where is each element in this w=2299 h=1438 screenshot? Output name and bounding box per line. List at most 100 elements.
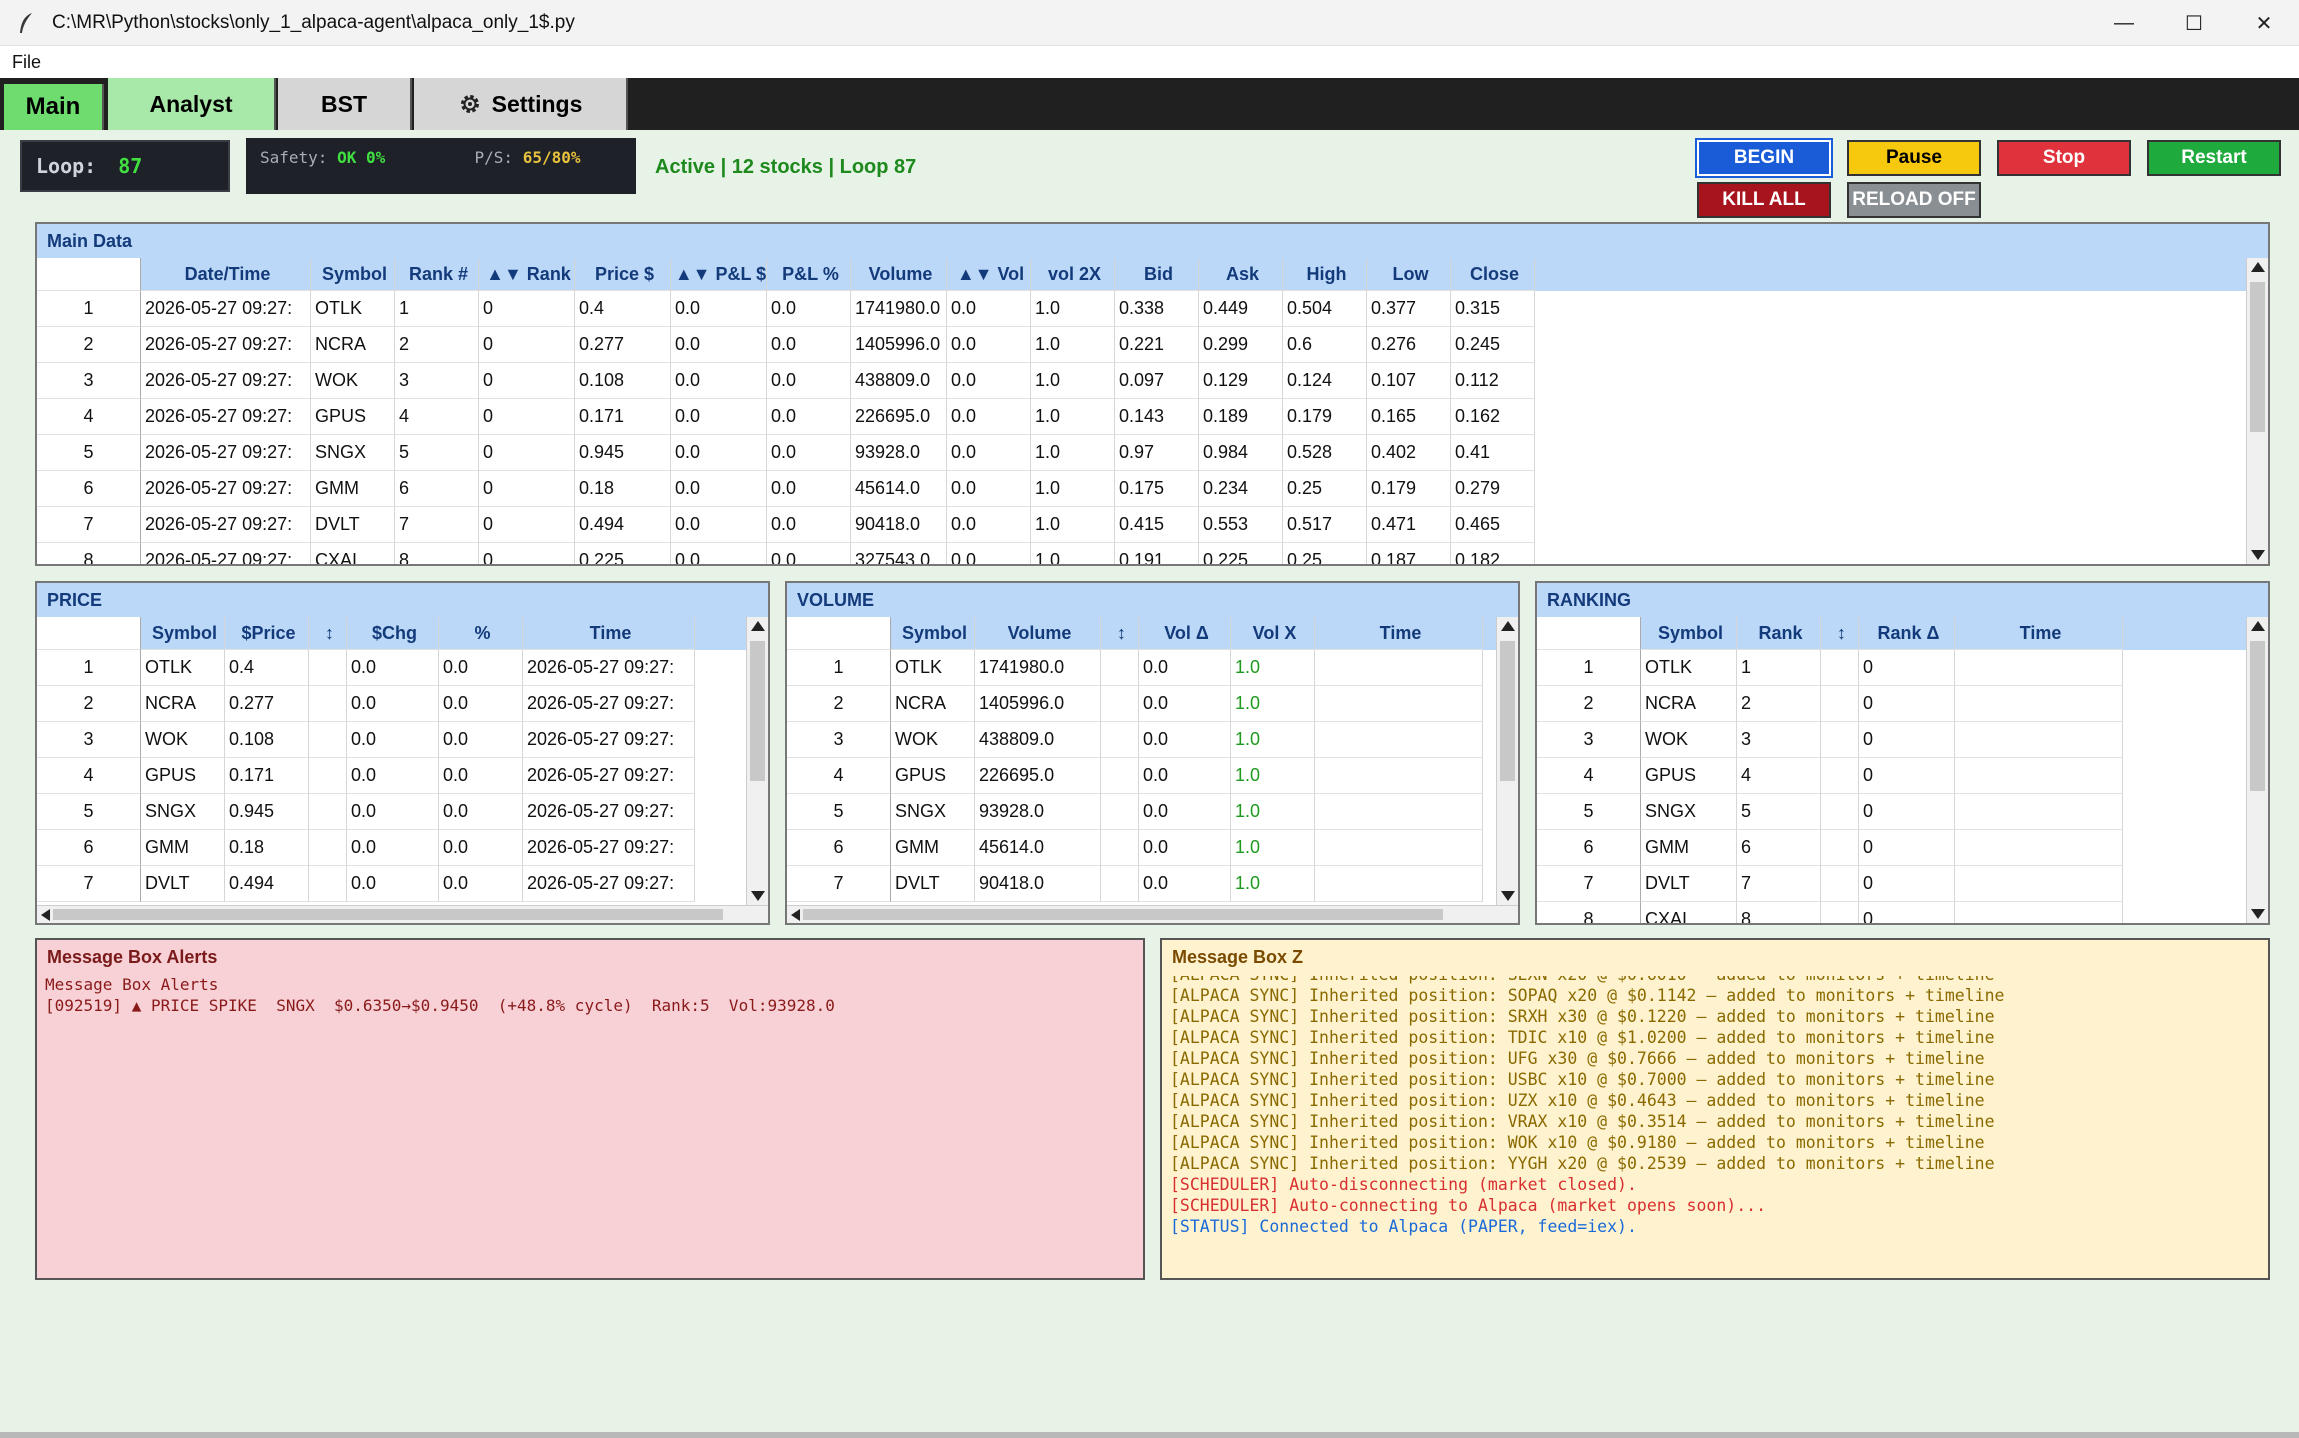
column-header[interactable]: Time	[523, 617, 695, 650]
column-header[interactable]: Symbol	[311, 258, 395, 291]
column-header[interactable]: Low	[1367, 258, 1451, 291]
column-header[interactable]: Symbol	[141, 617, 225, 650]
table-row[interactable]: 5 2026-05-27 09:27: SNGX 5 0 0.945 0.0 0.0 93928…	[37, 435, 2248, 471]
volume-hscrollbar[interactable]	[787, 905, 1518, 923]
scroll-left-arrow[interactable]	[791, 909, 800, 921]
ranking-scrollbar[interactable]	[2246, 617, 2268, 923]
column-header[interactable]: ↕	[1821, 617, 1859, 650]
table-row[interactable]: 5 SNGX 0.945 0.0 0.0 2026-05-27 09:27:	[37, 794, 748, 830]
scroll-down-arrow[interactable]	[2251, 550, 2265, 560]
table-row[interactable]: 8 CXAI 8 0	[1537, 902, 2248, 923]
scroll-thumb[interactable]	[2250, 641, 2265, 791]
begin-button[interactable]: BEGIN	[1695, 138, 1833, 178]
column-header[interactable]: $Chg	[347, 617, 439, 650]
column-header[interactable]: Rank	[1737, 617, 1821, 650]
column-header[interactable]: Rank Δ	[1859, 617, 1955, 650]
minimize-button[interactable]: —	[2089, 0, 2159, 46]
table-row[interactable]: 7 DVLT 90418.0 0.0 1.0	[787, 866, 1498, 902]
maximize-button[interactable]: ☐	[2159, 0, 2229, 46]
table-row[interactable]: 4 GPUS 0.171 0.0 0.0 2026-05-27 09:27:	[37, 758, 748, 794]
table-row[interactable]: 3 2026-05-27 09:27: WOK 3 0 0.108 0.0 0.0 438809…	[37, 363, 2248, 399]
column-header[interactable]: Close	[1451, 258, 1535, 291]
table-row[interactable]: 2 NCRA 0.277 0.0 0.0 2026-05-27 09:27:	[37, 686, 748, 722]
scroll-thumb[interactable]	[1500, 641, 1515, 781]
column-header[interactable]: Vol X	[1231, 617, 1315, 650]
table-row[interactable]: 1 OTLK 0.4 0.0 0.0 2026-05-27 09:27:	[37, 650, 748, 686]
column-header[interactable]: vol 2X	[1031, 258, 1115, 291]
table-row[interactable]: 5 SNGX 93928.0 0.0 1.0	[787, 794, 1498, 830]
column-header[interactable]: Volume	[851, 258, 947, 291]
table-cell: 0.187	[1367, 543, 1451, 564]
scroll-thumb[interactable]	[53, 909, 723, 920]
table-row[interactable]: 7 2026-05-27 09:27: DVLT 7 0 0.494 0.0 0.0 90418…	[37, 507, 2248, 543]
volume-scrollbar[interactable]	[1496, 617, 1518, 905]
table-row[interactable]: 6 GMM 6 0	[1537, 830, 2248, 866]
scroll-up-arrow[interactable]	[2251, 262, 2265, 272]
table-row[interactable]: 6 2026-05-27 09:27: GMM 6 0 0.18 0.0 0.0 45614.0…	[37, 471, 2248, 507]
tab-analyst[interactable]: Analyst	[108, 78, 276, 130]
stop-button[interactable]: Stop	[1997, 140, 2131, 176]
column-header[interactable]: Date/Time	[141, 258, 311, 291]
column-header[interactable]: ↕	[309, 617, 347, 650]
tab-settings[interactable]: Settings	[414, 78, 628, 130]
table-row[interactable]: 7 DVLT 7 0	[1537, 866, 2248, 902]
table-row[interactable]: 6 GMM 0.18 0.0 0.0 2026-05-27 09:27:	[37, 830, 748, 866]
pause-button[interactable]: Pause	[1847, 140, 1981, 176]
table-row[interactable]: 3 WOK 438809.0 0.0 1.0	[787, 722, 1498, 758]
scroll-left-arrow[interactable]	[41, 909, 50, 921]
main-data-scrollbar[interactable]	[2246, 258, 2268, 564]
column-header[interactable]: ▲▼ Rank	[479, 258, 575, 291]
table-row[interactable]: 1 OTLK 1 0	[1537, 650, 2248, 686]
table-row[interactable]: 2 NCRA 1405996.0 0.0 1.0	[787, 686, 1498, 722]
column-header[interactable]: Symbol	[1641, 617, 1737, 650]
table-row[interactable]: 3 WOK 3 0	[1537, 722, 2248, 758]
table-row[interactable]: 1 2026-05-27 09:27: OTLK 1 0 0.4 0.0 0.0 1741980…	[37, 291, 2248, 327]
column-header[interactable]: Ask	[1199, 258, 1283, 291]
table-row[interactable]: 1 OTLK 1741980.0 0.0 1.0	[787, 650, 1498, 686]
menu-file[interactable]: File	[0, 52, 53, 73]
price-scrollbar[interactable]	[746, 617, 768, 905]
table-row[interactable]: 2 2026-05-27 09:27: NCRA 2 0 0.277 0.0 0.0 14059…	[37, 327, 2248, 363]
column-header[interactable]: ↕	[1101, 617, 1139, 650]
table-cell	[1821, 722, 1859, 758]
scroll-up-arrow[interactable]	[2251, 621, 2265, 631]
table-row[interactable]: 5 SNGX 5 0	[1537, 794, 2248, 830]
column-header[interactable]: Volume	[975, 617, 1101, 650]
close-button[interactable]: ✕	[2229, 0, 2299, 46]
scroll-thumb[interactable]	[2250, 282, 2265, 432]
scroll-up-arrow[interactable]	[1501, 621, 1515, 631]
column-header[interactable]: High	[1283, 258, 1367, 291]
column-header[interactable]: Rank #	[395, 258, 479, 291]
column-header[interactable]: Symbol	[891, 617, 975, 650]
column-header[interactable]: Price $	[575, 258, 671, 291]
column-header[interactable]: ▲▼ P&L $	[671, 258, 767, 291]
scroll-down-arrow[interactable]	[2251, 909, 2265, 919]
tab-main[interactable]: Main	[4, 84, 104, 130]
table-row[interactable]: 4 2026-05-27 09:27: GPUS 4 0 0.171 0.0 0.0 22669…	[37, 399, 2248, 435]
column-header[interactable]: %	[439, 617, 523, 650]
column-header[interactable]: Time	[1955, 617, 2123, 650]
table-row[interactable]: 4 GPUS 4 0	[1537, 758, 2248, 794]
kill-all-button[interactable]: KILL ALL	[1697, 182, 1831, 218]
table-row[interactable]: 4 GPUS 226695.0 0.0 1.0	[787, 758, 1498, 794]
price-hscrollbar[interactable]	[37, 905, 768, 923]
tab-bst[interactable]: BST	[278, 78, 412, 130]
table-row[interactable]: 7 DVLT 0.494 0.0 0.0 2026-05-27 09:27:	[37, 866, 748, 902]
scroll-thumb[interactable]	[750, 641, 765, 781]
scroll-down-arrow[interactable]	[1501, 891, 1515, 901]
column-header[interactable]: Time	[1315, 617, 1483, 650]
scroll-down-arrow[interactable]	[751, 891, 765, 901]
column-header[interactable]: Vol Δ	[1139, 617, 1231, 650]
table-row[interactable]: 6 GMM 45614.0 0.0 1.0	[787, 830, 1498, 866]
column-header[interactable]: Bid	[1115, 258, 1199, 291]
scroll-up-arrow[interactable]	[751, 621, 765, 631]
table-row[interactable]: 2 NCRA 2 0	[1537, 686, 2248, 722]
reload-off-button[interactable]: RELOAD OFF	[1847, 182, 1981, 218]
table-row[interactable]: 8 2026-05-27 09:27: CXAI 8 0 0.225 0.0 0.0 32754…	[37, 543, 2248, 564]
table-row[interactable]: 3 WOK 0.108 0.0 0.0 2026-05-27 09:27:	[37, 722, 748, 758]
column-header[interactable]: $Price	[225, 617, 309, 650]
column-header[interactable]: ▲▼ Vol	[947, 258, 1031, 291]
column-header[interactable]: P&L %	[767, 258, 851, 291]
restart-button[interactable]: Restart	[2147, 140, 2281, 176]
scroll-thumb[interactable]	[803, 909, 1443, 920]
